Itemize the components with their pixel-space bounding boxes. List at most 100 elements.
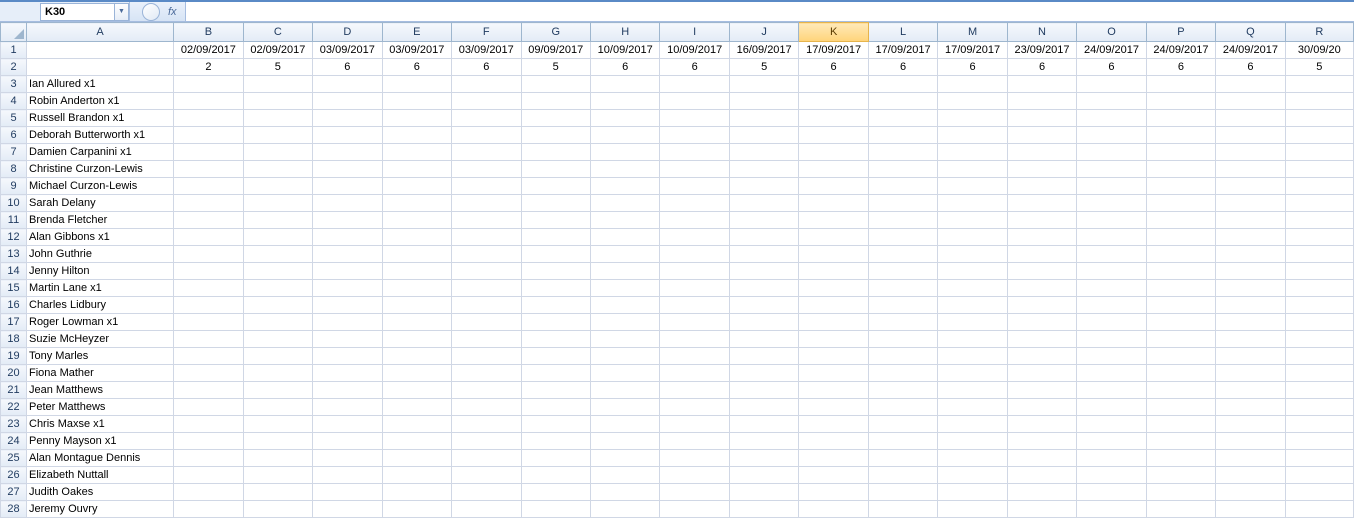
cell-R5[interactable] [1285,110,1353,127]
cell-A21[interactable]: Jean Matthews [27,382,174,399]
cell-Q9[interactable] [1216,178,1285,195]
cell-K15[interactable] [799,280,868,297]
cell-A27[interactable]: Judith Oakes [27,484,174,501]
cell-D4[interactable] [313,93,382,110]
cell-L25[interactable] [868,450,937,467]
cell-P13[interactable] [1146,246,1215,263]
cell-P20[interactable] [1146,365,1215,382]
cell-R26[interactable] [1285,467,1353,484]
cell-R21[interactable] [1285,382,1353,399]
name-box[interactable] [40,3,115,21]
cell-Q16[interactable] [1216,297,1285,314]
cell-H2[interactable]: 6 [590,59,659,76]
cell-J5[interactable] [729,110,798,127]
cell-Q6[interactable] [1216,127,1285,144]
cell-C13[interactable] [243,246,312,263]
cell-O18[interactable] [1077,331,1146,348]
cell-J27[interactable] [729,484,798,501]
col-header-P[interactable]: P [1146,23,1215,42]
col-header-M[interactable]: M [938,23,1007,42]
cell-M22[interactable] [938,399,1007,416]
cell-B15[interactable] [174,280,243,297]
cell-A22[interactable]: Peter Matthews [27,399,174,416]
cell-E2[interactable]: 6 [382,59,451,76]
cell-L16[interactable] [868,297,937,314]
cell-B2[interactable]: 2 [174,59,243,76]
cell-G20[interactable] [521,365,590,382]
cell-C14[interactable] [243,263,312,280]
cell-B14[interactable] [174,263,243,280]
cell-J23[interactable] [729,416,798,433]
cell-Q17[interactable] [1216,314,1285,331]
cell-R22[interactable] [1285,399,1353,416]
cell-M13[interactable] [938,246,1007,263]
cell-A18[interactable]: Suzie McHeyzer [27,331,174,348]
cell-F20[interactable] [452,365,521,382]
cell-R2[interactable]: 5 [1285,59,1353,76]
cell-K4[interactable] [799,93,868,110]
cell-B12[interactable] [174,229,243,246]
cell-E20[interactable] [382,365,451,382]
cell-P16[interactable] [1146,297,1215,314]
cell-L13[interactable] [868,246,937,263]
cell-H14[interactable] [590,263,659,280]
cell-N27[interactable] [1007,484,1076,501]
cell-N24[interactable] [1007,433,1076,450]
cell-F17[interactable] [452,314,521,331]
cell-G1[interactable]: 09/09/2017 [521,42,590,59]
col-header-B[interactable]: B [174,23,243,42]
cell-P18[interactable] [1146,331,1215,348]
cell-K18[interactable] [799,331,868,348]
row-header-17[interactable]: 17 [1,314,27,331]
cell-F1[interactable]: 03/09/2017 [452,42,521,59]
row-header-16[interactable]: 16 [1,297,27,314]
cell-C18[interactable] [243,331,312,348]
cell-A14[interactable]: Jenny Hilton [27,263,174,280]
cell-F16[interactable] [452,297,521,314]
cell-J24[interactable] [729,433,798,450]
cell-B5[interactable] [174,110,243,127]
cell-K22[interactable] [799,399,868,416]
cell-H6[interactable] [590,127,659,144]
cell-D17[interactable] [313,314,382,331]
cell-D7[interactable] [313,144,382,161]
cell-O4[interactable] [1077,93,1146,110]
cell-F13[interactable] [452,246,521,263]
cell-I18[interactable] [660,331,729,348]
cell-E3[interactable] [382,76,451,93]
cell-F22[interactable] [452,399,521,416]
cell-H8[interactable] [590,161,659,178]
select-all-corner[interactable] [1,23,27,42]
cell-P11[interactable] [1146,212,1215,229]
cell-P17[interactable] [1146,314,1215,331]
cell-L19[interactable] [868,348,937,365]
cell-C20[interactable] [243,365,312,382]
cell-L1[interactable]: 17/09/2017 [868,42,937,59]
row-header-1[interactable]: 1 [1,42,27,59]
cell-O10[interactable] [1077,195,1146,212]
cell-G28[interactable] [521,501,590,518]
cell-C8[interactable] [243,161,312,178]
col-header-E[interactable]: E [382,23,451,42]
cell-I2[interactable]: 6 [660,59,729,76]
cell-E23[interactable] [382,416,451,433]
cell-Q1[interactable]: 24/09/2017 [1216,42,1285,59]
spreadsheet-grid[interactable]: ABCDEFGHIJKLMNOPQR 102/09/201702/09/2017… [0,22,1354,527]
cell-P3[interactable] [1146,76,1215,93]
cell-R12[interactable] [1285,229,1353,246]
cell-C11[interactable] [243,212,312,229]
cell-J1[interactable]: 16/09/2017 [729,42,798,59]
cell-M25[interactable] [938,450,1007,467]
cell-D11[interactable] [313,212,382,229]
cell-G6[interactable] [521,127,590,144]
row-header-25[interactable]: 25 [1,450,27,467]
cell-M7[interactable] [938,144,1007,161]
cell-P23[interactable] [1146,416,1215,433]
cell-D12[interactable] [313,229,382,246]
cell-O8[interactable] [1077,161,1146,178]
cell-F10[interactable] [452,195,521,212]
cell-L22[interactable] [868,399,937,416]
cell-N13[interactable] [1007,246,1076,263]
cell-F6[interactable] [452,127,521,144]
cell-K28[interactable] [799,501,868,518]
